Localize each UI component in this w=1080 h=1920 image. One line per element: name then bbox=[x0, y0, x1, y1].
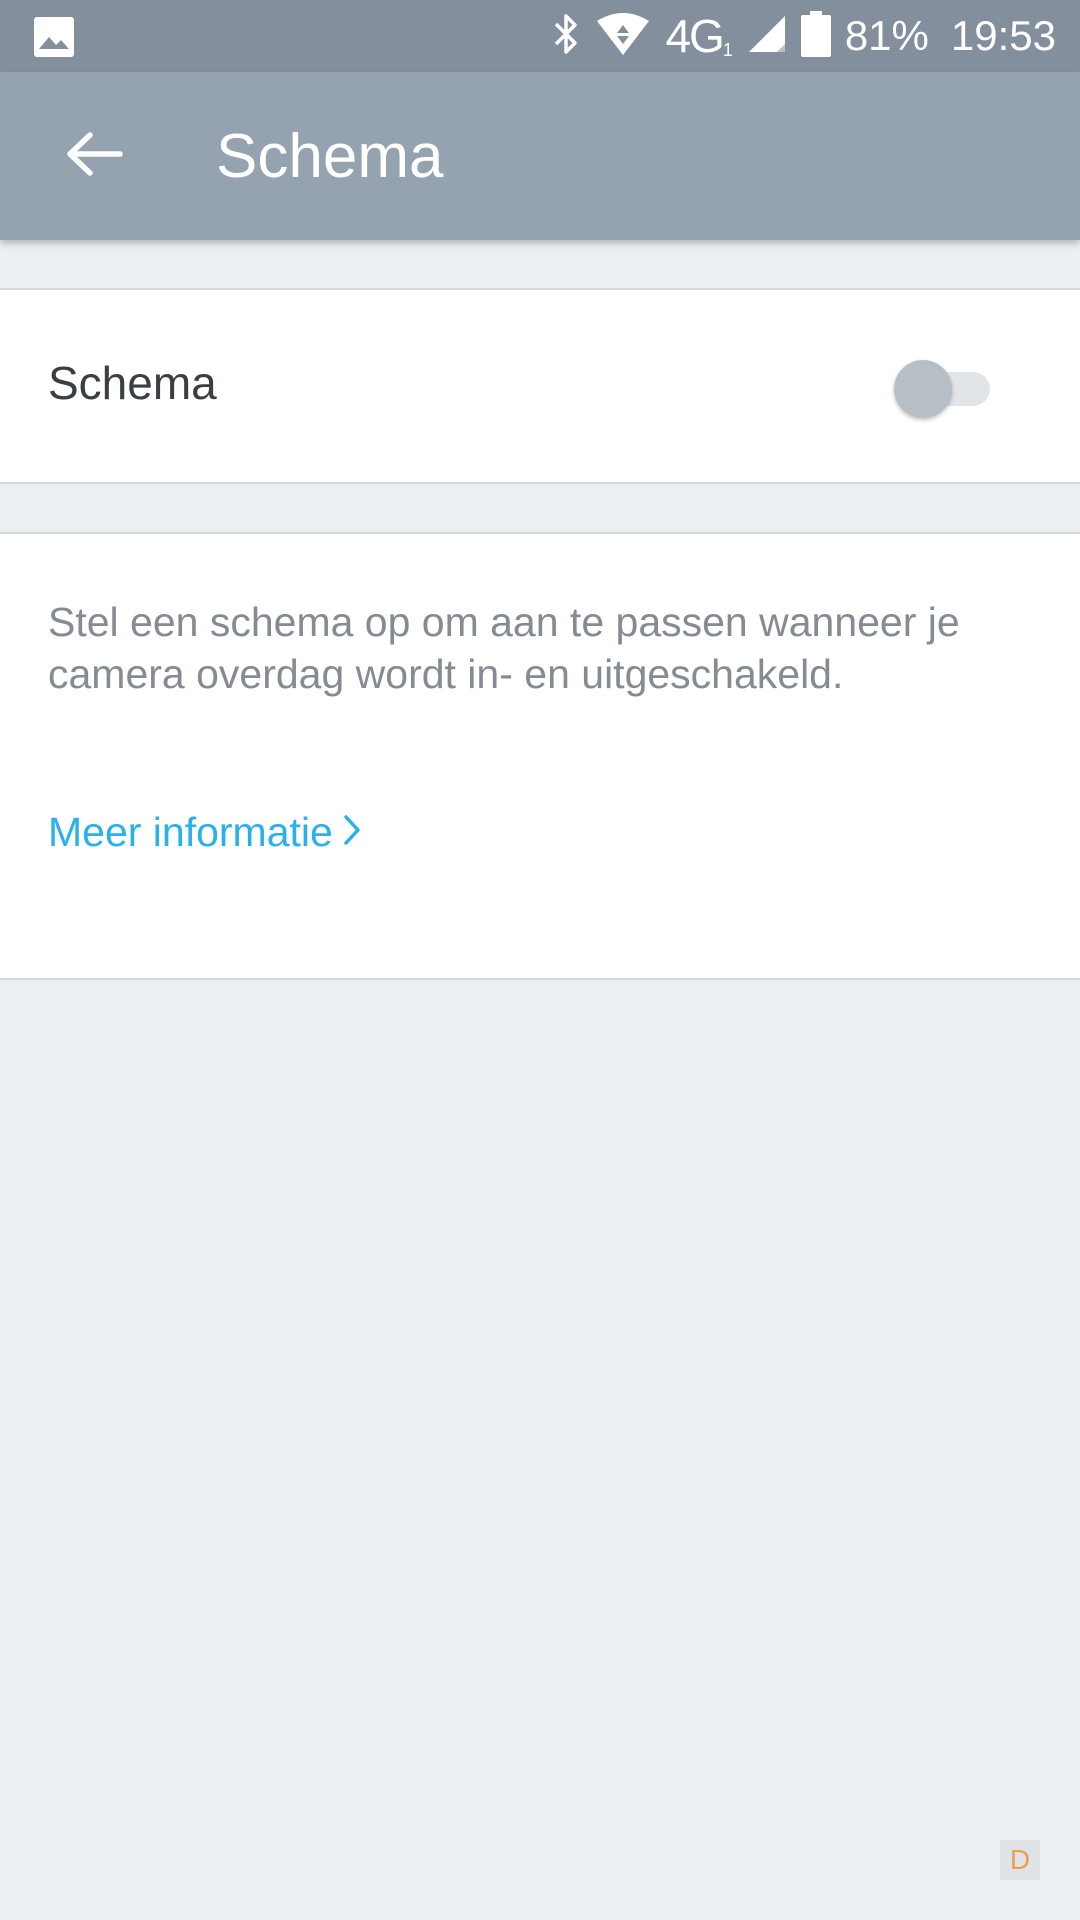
schedule-setting-row: Schema bbox=[0, 288, 1080, 484]
toggle-thumb bbox=[894, 360, 952, 418]
status-bar: 4G1 81% 19:53 bbox=[0, 0, 1080, 72]
image-icon bbox=[34, 17, 74, 62]
battery-percentage: 81% bbox=[844, 12, 929, 59]
more-info-label: Meer informatie bbox=[48, 809, 333, 855]
page-title: Schema bbox=[216, 122, 444, 191]
battery-icon bbox=[800, 10, 831, 62]
watermark-badge: D bbox=[1000, 1840, 1040, 1880]
arrow-left-icon bbox=[64, 131, 124, 182]
info-card: Stel een schema op om aan te passen wann… bbox=[0, 532, 1080, 980]
app-bar: Schema bbox=[0, 72, 1080, 240]
chevron-right-icon bbox=[343, 808, 361, 857]
wifi-icon bbox=[595, 11, 651, 62]
network-type: 4G1 bbox=[665, 10, 733, 62]
schedule-label: Schema bbox=[48, 357, 217, 409]
schedule-toggle[interactable] bbox=[894, 357, 996, 419]
back-button[interactable] bbox=[58, 126, 130, 186]
schedule-description: Stel een schema op om aan te passen wann… bbox=[48, 599, 960, 697]
more-info-link[interactable]: Meer informatie bbox=[48, 808, 361, 857]
clock: 19:53 bbox=[950, 12, 1056, 59]
status-icons: 4G1 81% 19:53 bbox=[551, 0, 1056, 72]
bluetooth-icon bbox=[551, 12, 581, 61]
signal-icon bbox=[747, 14, 787, 59]
